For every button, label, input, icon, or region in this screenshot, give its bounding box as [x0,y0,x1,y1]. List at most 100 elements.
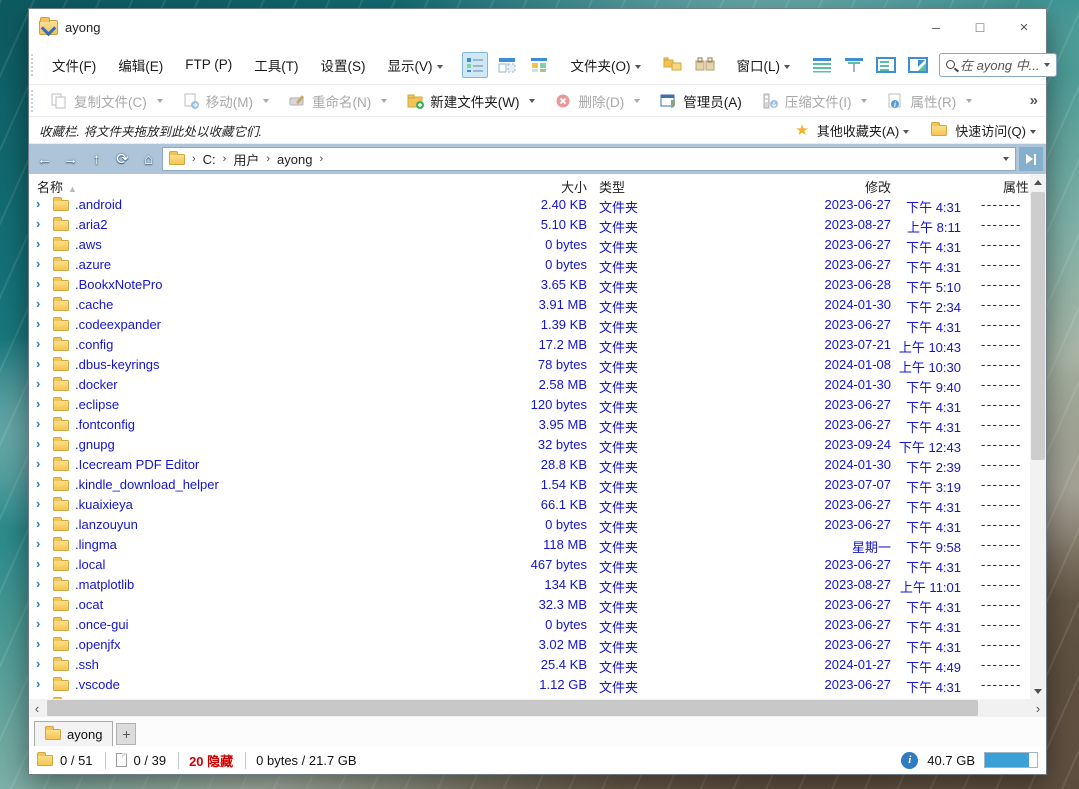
expand-chevron-icon[interactable]: › [36,376,48,391]
toolbar-grip[interactable] [31,54,37,76]
file-name[interactable]: .kindle_download_helper [75,477,435,492]
expand-chevron-icon[interactable]: › [36,436,48,451]
table-row[interactable]: › .kuaixieya 66.1 KB 文件夹 2023-06-27 下午 4… [29,495,1030,515]
vertical-scrollbar[interactable] [1030,174,1046,699]
table-row[interactable]: › .ocat 32.3 MB 文件夹 2023-06-27 下午 4:31 -… [29,595,1030,615]
tab-ayong[interactable]: ayong [34,721,113,746]
menu-settings[interactable]: 设置(S) [310,55,377,75]
list-view-icon[interactable] [494,52,520,78]
table-row[interactable]: › .local 467 bytes 文件夹 2023-06-27 下午 4:3… [29,555,1030,575]
table-row[interactable]: › .BookxNotePro 3.65 KB 文件夹 2023-06-28 下… [29,275,1030,295]
breadcrumb-drive[interactable]: C: [203,152,216,167]
expand-chevron-icon[interactable]: › [36,336,48,351]
folder-pair-icon[interactable] [660,52,686,78]
expand-chevron-icon[interactable]: › [36,656,48,671]
table-row[interactable]: › .once-gui 0 bytes 文件夹 2023-06-27 下午 4:… [29,615,1030,635]
file-name[interactable]: .fontconfig [75,417,435,432]
file-name[interactable]: .kuaixieya [75,497,435,512]
table-row[interactable]: › .android 2.40 KB 文件夹 2023-06-27 下午 4:3… [29,195,1030,215]
single-panel-icon[interactable] [873,52,899,78]
scroll-right-icon[interactable]: › [1030,699,1046,717]
breadcrumb-ayong[interactable]: ayong [277,152,312,167]
expand-chevron-icon[interactable]: › [36,396,48,411]
search-input[interactable]: 在 ayong 中... [939,53,1057,77]
expand-chevron-icon[interactable]: › [36,536,48,551]
menu-folders[interactable]: 文件夹(O) [560,55,652,75]
preview-panel-icon[interactable] [905,52,931,78]
expand-chevron-icon[interactable]: › [36,356,48,371]
folder-lock-icon[interactable] [692,52,718,78]
new-folder-button[interactable]: 新建文件夹(W) [397,85,545,116]
expand-chevron-icon[interactable]: › [36,516,48,531]
expand-chevron-icon[interactable]: › [36,616,48,631]
horizontal-scrollbar[interactable]: ‹ › [29,699,1046,717]
table-row[interactable]: › .matplotlib 134 KB 文件夹 2023-08-27 上午 1… [29,575,1030,595]
other-favorites-button[interactable]: 其他收藏夹(A) [817,121,909,140]
expand-chevron-icon[interactable]: › [36,636,48,651]
scroll-down-icon[interactable] [1030,683,1046,699]
minimize-button[interactable]: – [914,9,958,45]
new-tab-button[interactable]: + [116,723,136,745]
scroll-up-icon[interactable] [1030,174,1046,190]
table-row[interactable]: › .ssh 25.4 KB 文件夹 2024-01-27 下午 4:49 --… [29,655,1030,675]
details-view-icon[interactable] [462,52,488,78]
up-icon[interactable]: ↑ [84,146,109,172]
expand-chevron-icon[interactable]: › [36,456,48,471]
compress-button[interactable]: 压缩文件(I) [752,85,878,116]
copy-files-button[interactable]: 复制文件(C) [41,85,173,116]
expand-chevron-icon[interactable]: › [36,556,48,571]
quick-access-button[interactable]: 快速访问(Q) [955,121,1036,140]
maximize-button[interactable]: □ [958,9,1002,45]
vertical-scrollbar-thumb[interactable] [1031,192,1045,460]
file-name[interactable]: .aws [75,237,435,252]
file-name[interactable]: .vscode [75,677,435,692]
menu-tools[interactable]: 工具(T) [243,55,309,75]
toggle-right-panel-button[interactable] [1019,147,1043,171]
menu-view[interactable]: 显示(V) [377,55,454,75]
file-name[interactable]: .codeexpander [75,317,435,332]
column-header-size[interactable]: 大小 [449,177,587,196]
breadcrumb-users[interactable]: 用户 [233,150,259,169]
table-row[interactable]: › .eclipse 120 bytes 文件夹 2023-06-27 下午 4… [29,395,1030,415]
file-name[interactable]: .gnupg [75,437,435,452]
breadcrumb[interactable]: › C: › 用户 › ayong › [162,147,1016,171]
expand-chevron-icon[interactable]: › [36,316,48,331]
column-header-attributes[interactable]: 属性 [969,177,1029,196]
admin-button[interactable]: 管理员(A) [650,85,752,116]
menu-file[interactable]: 文件(F) [41,55,107,75]
table-row[interactable]: › .aws 0 bytes 文件夹 2023-06-27 下午 4:31 --… [29,235,1030,255]
thumbnails-view-icon[interactable] [526,52,552,78]
info-icon[interactable]: i [901,752,918,769]
menu-edit[interactable]: 编辑(E) [107,55,174,75]
table-row[interactable]: › .Icecream PDF Editor 28.8 KB 文件夹 2024-… [29,455,1030,475]
file-name[interactable]: .aria2 [75,217,435,232]
table-row[interactable]: › .codeexpander 1.39 KB 文件夹 2023-06-27 下… [29,315,1030,335]
move-button[interactable]: 移动(M) [173,85,279,116]
file-name[interactable]: .cache [75,297,435,312]
file-name[interactable]: .Icecream PDF Editor [75,457,435,472]
expand-chevron-icon[interactable]: › [36,496,48,511]
delete-button[interactable]: 删除(D) [545,85,650,116]
table-row[interactable]: › .lingma 118 MB 文件夹 星期一 下午 9:58 ------- [29,535,1030,555]
title-bar[interactable]: ayong – □ × [29,9,1046,45]
refresh-icon[interactable]: ⟳ [110,146,135,172]
horizontal-scrollbar-thumb[interactable] [47,700,978,716]
forward-icon[interactable]: → [58,146,83,172]
chevron-down-icon[interactable] [1003,157,1009,161]
table-row[interactable]: › .docker 2.58 MB 文件夹 2024-01-30 下午 9:40… [29,375,1030,395]
table-row[interactable]: › .azure 0 bytes 文件夹 2023-06-27 下午 4:31 … [29,255,1030,275]
table-row[interactable]: › .lanzouyun 0 bytes 文件夹 2023-06-27 下午 4… [29,515,1030,535]
file-name[interactable]: .ocat [75,597,435,612]
file-name[interactable]: .azure [75,257,435,272]
expand-chevron-icon[interactable]: › [36,416,48,431]
expand-chevron-icon[interactable]: › [36,296,48,311]
expand-chevron-icon[interactable]: › [36,676,48,691]
toolbar-overflow-button[interactable]: » [1030,92,1038,109]
split-vertical-icon[interactable] [841,52,867,78]
file-name[interactable]: .matplotlib [75,577,435,592]
table-row[interactable]: › .gnupg 32 bytes 文件夹 2023-09-24 下午 12:4… [29,435,1030,455]
column-header-name[interactable]: 名称▲ [37,177,77,196]
expand-chevron-icon[interactable]: › [36,596,48,611]
menu-ftp[interactable]: FTP (P) [174,57,243,72]
table-row[interactable]: › .kindle_download_helper 1.54 KB 文件夹 20… [29,475,1030,495]
